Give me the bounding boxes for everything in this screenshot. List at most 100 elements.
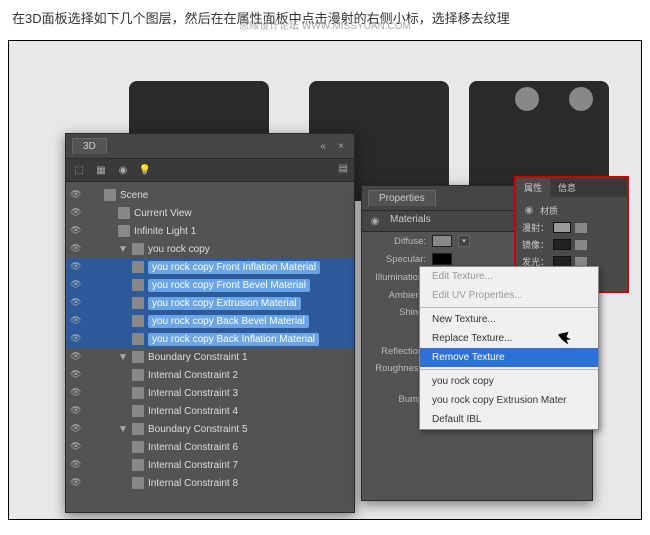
item-type-icon <box>132 477 144 489</box>
visibility-icon[interactable] <box>70 387 82 399</box>
visibility-icon[interactable] <box>70 315 82 327</box>
prop-label: 漫射： <box>522 221 549 234</box>
tree-item[interactable]: Internal Constraint 4 <box>66 402 354 420</box>
tree-item[interactable]: Internal Constraint 8 <box>66 474 354 492</box>
tab-info-cn[interactable]: 信息 <box>550 178 584 197</box>
tree-item-label: Internal Constraint 4 <box>148 406 238 417</box>
ctx-item[interactable]: New Texture... <box>420 310 598 329</box>
tree-item[interactable]: you rock copy Back Inflation Material <box>66 330 354 348</box>
folder-icon[interactable] <box>575 257 587 267</box>
tree-item[interactable]: Internal Constraint 2 <box>66 366 354 384</box>
tree-item[interactable]: Boundary Constraint 1 <box>66 348 354 366</box>
tree-item-label: you rock copy Front Inflation Material <box>148 262 320 273</box>
visibility-icon[interactable] <box>70 333 82 345</box>
scene-root[interactable]: Scene <box>66 186 354 204</box>
materials-icon[interactable]: ◉ <box>368 214 382 228</box>
panel-menu-icon[interactable]: ▤ <box>339 163 348 177</box>
item-type-icon <box>132 423 144 435</box>
visibility-icon[interactable] <box>70 207 82 219</box>
visibility-icon[interactable] <box>70 459 82 471</box>
prop-label: Diffuse: <box>368 236 426 247</box>
tree-item[interactable]: Internal Constraint 3 <box>66 384 354 402</box>
collapse-icon[interactable]: « <box>316 139 330 153</box>
expand-arrow-icon[interactable] <box>118 424 128 435</box>
visibility-icon[interactable] <box>70 441 82 453</box>
visibility-icon[interactable] <box>70 279 82 291</box>
ctx-item[interactable]: Replace Texture... <box>420 329 598 348</box>
tree-item[interactable]: Infinite Light 1 <box>66 222 354 240</box>
tree-item[interactable]: Current View <box>66 204 354 222</box>
swatch[interactable] <box>553 222 571 233</box>
tree-item-label: Internal Constraint 6 <box>148 442 238 453</box>
tree-item[interactable]: you rock copy Extrusion Material <box>66 294 354 312</box>
tree-item-label: Boundary Constraint 5 <box>148 424 248 435</box>
ctx-item[interactable]: Default IBL <box>420 410 598 429</box>
tree-item-label: you rock copy Back Bevel Material <box>148 316 309 327</box>
tree-item[interactable]: you rock copy Front Bevel Material <box>66 276 354 294</box>
visibility-icon[interactable] <box>70 423 82 435</box>
tree-item[interactable]: you rock copy <box>66 240 354 258</box>
prop-label: Illumination: <box>368 272 426 283</box>
tree-item-label: you rock copy <box>148 244 210 255</box>
item-type-icon <box>132 297 144 309</box>
panel-3d[interactable]: 3D « × ⬚ ▦ ◉ 💡 ▤ Scene Current View Infin… <box>65 133 355 513</box>
visibility-icon[interactable] <box>70 189 82 201</box>
visibility-icon[interactable] <box>70 297 82 309</box>
expand-arrow-icon[interactable] <box>118 244 128 255</box>
tree-item-label: Infinite Light 1 <box>134 226 196 237</box>
specular-swatch[interactable] <box>432 253 452 265</box>
visibility-icon[interactable] <box>70 477 82 489</box>
tree-item-label: you rock copy Extrusion Material <box>148 298 301 309</box>
tree-item-label: Current View <box>134 208 192 219</box>
tab-3d[interactable]: 3D <box>72 138 107 154</box>
filter-mesh-icon[interactable]: ▦ <box>94 163 108 177</box>
tab-properties[interactable]: Properties <box>368 190 436 206</box>
tree-item[interactable]: Boundary Constraint 5 <box>66 420 354 438</box>
visibility-icon[interactable] <box>70 243 82 255</box>
item-type-icon <box>132 441 144 453</box>
folder-icon[interactable] <box>575 223 587 233</box>
prop-label: Specular: <box>368 254 426 265</box>
diffuse-texture-dropdown[interactable]: ▾ <box>458 235 470 247</box>
side-specular: 镜像： <box>522 236 621 253</box>
visibility-icon[interactable] <box>70 351 82 363</box>
swatch[interactable] <box>553 239 571 250</box>
dot-3d <box>515 87 539 111</box>
tree-item[interactable]: you rock copy Back Bevel Material <box>66 312 354 330</box>
ctx-item[interactable]: Remove Texture <box>420 348 598 367</box>
tree-item[interactable]: Internal Constraint 6 <box>66 438 354 456</box>
filter-scene-icon[interactable]: ⬚ <box>72 163 86 177</box>
filter-light-icon[interactable]: 💡 <box>138 163 152 177</box>
folder-icon[interactable] <box>575 240 587 250</box>
item-type-icon <box>132 387 144 399</box>
tree-item[interactable]: you rock copy Front Inflation Material <box>66 258 354 276</box>
visibility-icon[interactable] <box>70 261 82 273</box>
visibility-icon[interactable] <box>70 225 82 237</box>
prop-label: Reflection: <box>368 346 426 357</box>
tree-item-label: you rock copy Front Bevel Material <box>148 280 310 291</box>
tree-item-label: Internal Constraint 7 <box>148 460 238 471</box>
item-type-icon <box>118 207 130 219</box>
canvas-area: 3D « × ⬚ ▦ ◉ 💡 ▤ Scene Current View Infin… <box>8 40 642 520</box>
texture-context-menu[interactable]: Edit Texture...Edit UV Properties...New … <box>419 266 599 430</box>
ctx-item[interactable]: you rock copy <box>420 372 598 391</box>
prop-label: Roughness: <box>368 363 426 374</box>
expand-arrow-icon[interactable] <box>118 352 128 363</box>
item-type-icon <box>132 459 144 471</box>
panel-3d-header[interactable]: 3D « × <box>66 134 354 159</box>
tab-props-cn[interactable]: 属性 <box>516 178 550 197</box>
ctx-item[interactable]: you rock copy Extrusion Mater <box>420 391 598 410</box>
tree-item-label: Internal Constraint 8 <box>148 478 238 489</box>
tree-item[interactable]: Internal Constraint 7 <box>66 456 354 474</box>
visibility-icon[interactable] <box>70 369 82 381</box>
item-type-icon <box>132 243 144 255</box>
item-type-icon <box>132 351 144 363</box>
close-icon[interactable]: × <box>334 139 348 153</box>
prop-label: 镜像： <box>522 238 549 251</box>
side-subtitle: 材质 <box>540 204 558 217</box>
visibility-icon[interactable] <box>70 405 82 417</box>
filter-material-icon[interactable]: ◉ <box>116 163 130 177</box>
diffuse-swatch[interactable] <box>432 235 452 247</box>
scene-tree[interactable]: Scene Current View Infinite Light 1 you ro… <box>66 182 354 512</box>
prop-label: Ambient: <box>368 290 426 301</box>
